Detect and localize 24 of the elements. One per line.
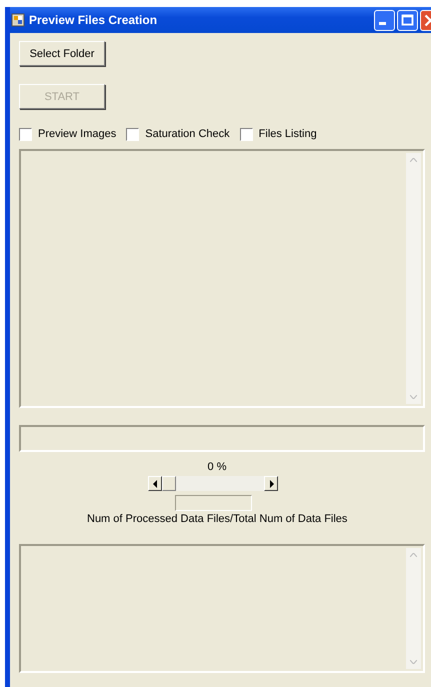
- checkbox-option[interactable]: Files Listing: [240, 128, 317, 140]
- checkbox-option[interactable]: Preview Images: [19, 128, 116, 140]
- left-triangle-icon: [152, 480, 158, 488]
- select-folder-button[interactable]: Select Folder: [19, 41, 105, 66]
- app-icon: [11, 13, 25, 27]
- minimize-button[interactable]: [374, 10, 395, 30]
- checkbox-option[interactable]: Saturation Check: [126, 128, 230, 140]
- right-arrow-button[interactable]: [264, 476, 278, 491]
- text-field[interactable]: [19, 425, 425, 452]
- scrollbar-thumb[interactable]: [162, 476, 176, 491]
- left-arrow-button[interactable]: [148, 476, 162, 491]
- checkbox[interactable]: [126, 128, 140, 140]
- right-triangle-icon: [268, 480, 274, 488]
- progress-reading: 0 %: [208, 461, 226, 473]
- maximize-button[interactable]: [397, 10, 418, 30]
- progress-scrollbar[interactable]: [148, 476, 278, 491]
- checkbox[interactable]: [19, 128, 32, 140]
- minimize-icon: [379, 22, 386, 25]
- window-title: Preview Files Creation: [29, 13, 158, 27]
- close-button[interactable]: [420, 10, 431, 30]
- log-area[interactable]: [19, 544, 425, 673]
- count-field[interactable]: [175, 495, 252, 511]
- progress-caption: Num of Processed Data Files/Total Num of Data Files: [87, 513, 348, 525]
- checkbox[interactable]: [240, 128, 253, 140]
